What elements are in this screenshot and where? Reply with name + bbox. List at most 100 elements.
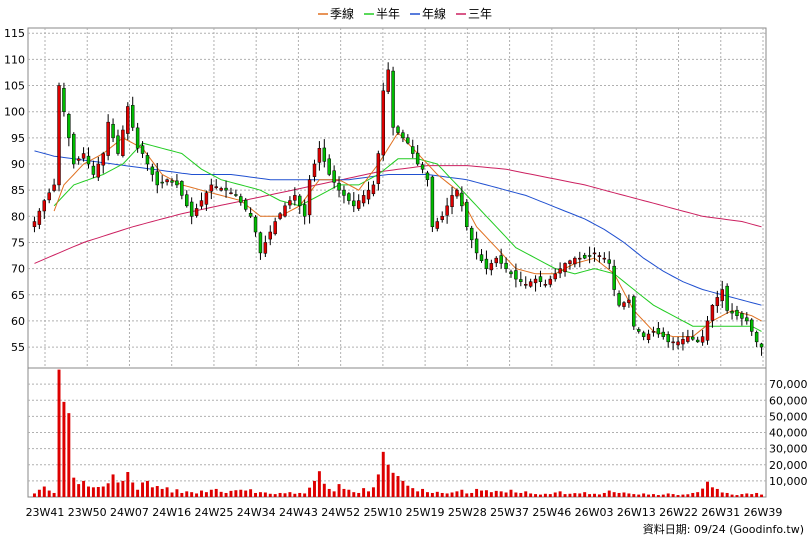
candle-body bbox=[361, 195, 366, 204]
candle-body bbox=[381, 90, 385, 156]
volume-bar bbox=[440, 492, 444, 497]
candle-body bbox=[126, 106, 130, 134]
candle-body bbox=[307, 179, 312, 216]
candle-body bbox=[406, 137, 410, 144]
volume-bar bbox=[87, 486, 90, 497]
candle-body bbox=[317, 148, 322, 163]
volume-tick-5: 60,000 bbox=[769, 394, 808, 407]
x-tick-17: 26W39 bbox=[744, 506, 783, 519]
volume-bar bbox=[273, 494, 277, 497]
volume-tick-2: 30,000 bbox=[769, 443, 808, 456]
volume-bar bbox=[445, 493, 449, 497]
volume-bar bbox=[617, 492, 621, 497]
volume-panel: 10,000 20,000 30,000 40,000 50,000 60,000 70,0… bbox=[27, 367, 808, 498]
volume-bar bbox=[696, 492, 700, 497]
volume-bar bbox=[239, 489, 243, 497]
candle-body bbox=[180, 181, 184, 196]
volume-bar bbox=[406, 485, 410, 497]
volume-bar bbox=[548, 494, 552, 497]
candle-body bbox=[106, 121, 110, 156]
volume-tick-3: 40,000 bbox=[769, 427, 808, 440]
candle-body bbox=[121, 129, 125, 156]
candle-body bbox=[391, 70, 395, 128]
volume-bar bbox=[37, 489, 41, 497]
volume-bar bbox=[671, 494, 675, 497]
volume-bar bbox=[77, 484, 81, 497]
volume-bar bbox=[332, 491, 336, 497]
candle-body bbox=[548, 278, 553, 285]
candle-body bbox=[234, 194, 238, 196]
candle-body bbox=[302, 204, 307, 217]
candle-body bbox=[686, 336, 690, 342]
candle-body bbox=[425, 172, 430, 180]
price-tick-0: 55 bbox=[11, 341, 25, 354]
volume-bar bbox=[622, 492, 626, 497]
volume-bar bbox=[337, 484, 341, 497]
candle-body bbox=[288, 200, 292, 206]
volume-bar bbox=[499, 491, 503, 497]
volume-bar bbox=[303, 493, 307, 497]
candle-body bbox=[622, 302, 626, 307]
candle-body bbox=[253, 216, 258, 233]
volume-bar bbox=[57, 369, 61, 497]
price-tick-12: 115 bbox=[4, 27, 25, 40]
volume-axis: 10,000 20,000 30,000 40,000 50,000 60,000 70,0… bbox=[769, 378, 808, 488]
price-tick-4: 75 bbox=[11, 236, 25, 249]
volume-bar bbox=[740, 494, 744, 497]
candle-body bbox=[224, 187, 228, 191]
volume-bar bbox=[376, 474, 380, 497]
volume-bar bbox=[131, 482, 135, 497]
candle-body bbox=[646, 333, 651, 340]
candle-body bbox=[612, 265, 616, 290]
chart-legend: 季線 半年 年線 三年 bbox=[318, 6, 492, 21]
candle-body bbox=[573, 257, 577, 265]
volume-bar bbox=[578, 493, 582, 497]
candle-body bbox=[258, 232, 263, 254]
volume-bar bbox=[101, 486, 105, 497]
volume-bar bbox=[760, 494, 764, 497]
volume-bar bbox=[254, 492, 258, 497]
candle-body bbox=[514, 270, 518, 280]
candle-body bbox=[450, 195, 454, 208]
volume-bar bbox=[538, 494, 542, 497]
volume-bar bbox=[416, 491, 420, 497]
price-tick-9: 100 bbox=[4, 106, 25, 119]
candle-body bbox=[67, 113, 71, 139]
x-tick-16: 26W31 bbox=[701, 506, 740, 519]
candle-body bbox=[91, 165, 96, 175]
volume-bar bbox=[470, 492, 474, 497]
candle-body bbox=[528, 281, 533, 287]
candle-body bbox=[607, 259, 611, 264]
candle-body bbox=[602, 257, 607, 260]
candle-body bbox=[440, 216, 444, 220]
x-tick-7: 24W52 bbox=[321, 506, 360, 519]
candle-body bbox=[332, 170, 336, 183]
volume-bar bbox=[298, 492, 302, 497]
footnote: 資料日期: 09/24 (Goodinfo.tw) bbox=[643, 522, 804, 536]
candle-body bbox=[401, 132, 405, 139]
candle-body bbox=[637, 329, 641, 332]
candle-body bbox=[52, 184, 56, 191]
volume-bar bbox=[730, 494, 734, 497]
volume-bar bbox=[642, 493, 646, 497]
volume-bar bbox=[234, 490, 238, 497]
candle-body bbox=[185, 194, 189, 207]
volume-bar bbox=[735, 495, 739, 497]
volume-bar bbox=[647, 494, 651, 497]
candle-body bbox=[72, 133, 76, 165]
candle-body bbox=[57, 85, 61, 186]
volume-bar bbox=[96, 487, 100, 497]
candle-body bbox=[430, 176, 435, 228]
candle-body bbox=[499, 255, 503, 264]
candle-body bbox=[243, 199, 248, 210]
volume-bar bbox=[313, 480, 316, 497]
candle-body bbox=[700, 336, 705, 343]
candle-body bbox=[145, 155, 150, 165]
candle-body bbox=[278, 213, 282, 219]
volume-bar bbox=[553, 492, 557, 497]
volume-bar bbox=[200, 490, 203, 497]
x-tick-0: 23W41 bbox=[26, 506, 65, 519]
volume-bar bbox=[524, 491, 528, 497]
candle-body bbox=[740, 313, 744, 319]
volume-bar bbox=[593, 493, 596, 497]
